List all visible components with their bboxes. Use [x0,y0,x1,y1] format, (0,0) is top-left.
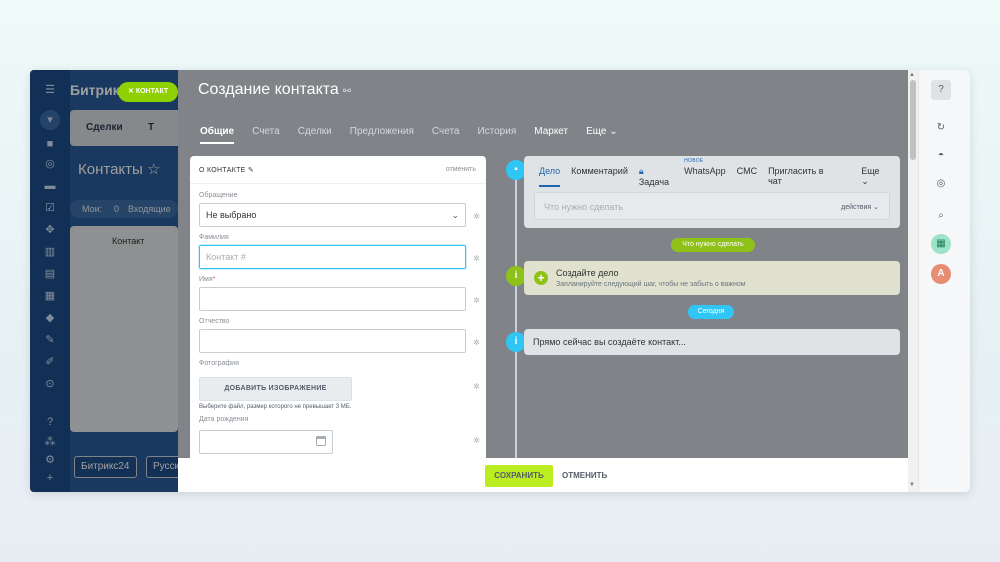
birthday-input[interactable] [199,430,333,454]
scrollbar[interactable]: ▲ ▼ [908,70,918,492]
close-contact-pill[interactable]: ✕ КОНТАКТ [118,82,178,102]
today-pill: Сегодня [688,305,734,319]
contact-form: О КОНТАКТЕ ✎ отменить Обращение Не выбра… [190,156,486,458]
lock-icon: 🔒︎ [638,166,644,176]
page-title: Создание контакта ⚯ [198,81,352,98]
lastname-label: Фамилия [199,234,229,241]
activity-input[interactable]: Что нужно сделать действия ⌄ [534,192,890,220]
field-settings-icon[interactable]: ✲ [473,212,480,221]
actions-dropdown[interactable]: действия ⌄ [841,203,879,211]
patronymic-input[interactable] [199,329,466,353]
chat-bubble-icon[interactable]: ◎ [931,174,951,194]
tab-invoices-2[interactable]: Счета [432,126,460,144]
tab-history[interactable]: История [477,126,516,144]
name-field: Имя* [199,276,466,311]
creating-info-text: Прямо сейчас вы создаёте контакт... [533,337,686,347]
field-settings-icon[interactable]: ✲ [473,382,480,391]
info-icon: i [506,266,526,286]
chat-icon: ▪ [506,160,526,180]
tab-comment[interactable]: Комментарий [571,166,628,187]
calculator-icon[interactable]: ▦ [931,234,951,254]
tab-invoices[interactable]: Счета [252,126,280,144]
field-settings-icon[interactable]: ✲ [473,254,480,263]
todo-pill: Что нужно сделать [671,238,755,252]
field-settings-icon[interactable]: ✲ [473,296,480,305]
link-icon[interactable]: ⚯ [343,86,351,97]
scroll-down-icon[interactable]: ▼ [909,482,915,488]
form-header: О КОНТАКТЕ ✎ отменить [190,156,486,184]
section-title: О КОНТАКТЕ ✎ [199,167,255,174]
todo-title: Создайте дело [556,268,619,278]
form-footer: СОХРАНИТЬ ОТМЕНИТЬ [178,458,908,492]
activity-tabs: Дело Комментарий 🔒︎Задача НОВОЕ WhatsApp … [539,158,900,187]
field-settings-icon[interactable]: ✲ [473,338,480,347]
add-image-button[interactable]: ДОБАВИТЬ ИЗОБРАЖЕНИЕ [199,377,352,401]
file-hint: Выберите файл, размер которого не превыш… [199,404,352,410]
tab-whatsapp[interactable]: НОВОЕ WhatsApp [684,158,726,187]
app-window: ☰ ▾ ■ ◎ ▬ ☑ ✥ ▥ ▤ ▦ ◆ ✎ ✐ ⊙ ? ⁂ ⚙ + Битр… [30,70,970,492]
avatar[interactable]: A [931,264,951,284]
salutation-label: Обращение [199,192,238,199]
tab-task[interactable]: 🔒︎Задача [639,166,673,187]
tab-sms[interactable]: СМС [737,166,757,187]
tab-quotes[interactable]: Предложения [350,126,414,144]
tab-more[interactable]: Еще ⌄ [586,126,618,144]
field-settings-icon[interactable]: ✲ [473,436,480,445]
tab-more[interactable]: Еще ⌄ [861,166,889,187]
refresh-icon[interactable]: ↻ [931,118,951,138]
entity-tabs: Общие Счета Сделки Предложения Счета Ист… [200,126,636,144]
tab-invite-chat[interactable]: Пригласить в чат [768,166,838,187]
name-input[interactable] [199,287,466,311]
salutation-field: Обращение Не выбрано ⌄ [199,192,466,227]
todo-card[interactable]: + Создайте дело Запланируйте следующий ш… [524,261,900,295]
tab-market[interactable]: Маркет [534,126,568,144]
calendar-icon[interactable] [316,436,326,446]
save-button[interactable]: СОХРАНИТЬ [485,465,553,487]
create-contact-slider: Создание контакта ⚯ Общие Счета Сделки Пр… [178,70,908,492]
activity-editor: Дело Комментарий 🔒︎Задача НОВОЕ WhatsApp … [524,156,900,228]
lastname-field: Фамилия Контакт # [199,234,466,269]
salutation-select[interactable]: Не выбрано ⌄ [199,203,466,227]
right-toolbar: ? ↻ ◓ ◎ ⌕ ▦ A [918,70,970,492]
tab-general[interactable]: Общие [200,126,235,144]
photo-field: Фотография [199,360,466,371]
add-activity-icon[interactable]: + [534,271,548,285]
creating-info-card: Прямо сейчас вы создаёте контакт... [524,329,900,355]
bell-icon[interactable]: ◓ [931,146,951,166]
info-icon: i [506,332,526,352]
name-label: Имя* [199,276,216,283]
tab-activity[interactable]: Дело [539,166,561,187]
birthday-label: Дата рождения [199,416,249,423]
lastname-input[interactable]: Контакт # [199,245,466,269]
section-cancel-link[interactable]: отменить [446,166,476,173]
search-icon[interactable]: ⌕ [931,206,951,226]
tab-deals[interactable]: Сделки [298,126,332,144]
overlay-dimmer[interactable] [30,70,178,492]
cancel-button[interactable]: ОТМЕНИТЬ [562,465,607,487]
scroll-up-icon[interactable]: ▲ [909,72,915,78]
new-badge: НОВОЕ [684,158,704,164]
patronymic-label: Отчество [199,318,230,325]
patronymic-field: Отчество [199,318,466,353]
chevron-down-icon: ⌄ [451,210,459,220]
todo-hint: Запланируйте следующий шаг, чтобы не заб… [556,281,746,288]
timeline-line [515,176,517,458]
scrollbar-thumb[interactable] [910,80,916,160]
help-icon[interactable]: ? [931,80,951,100]
birthday-field: Дата рождения [199,416,466,427]
activity-placeholder: Что нужно сделать [544,202,623,212]
photo-label: Фотография [199,360,239,367]
